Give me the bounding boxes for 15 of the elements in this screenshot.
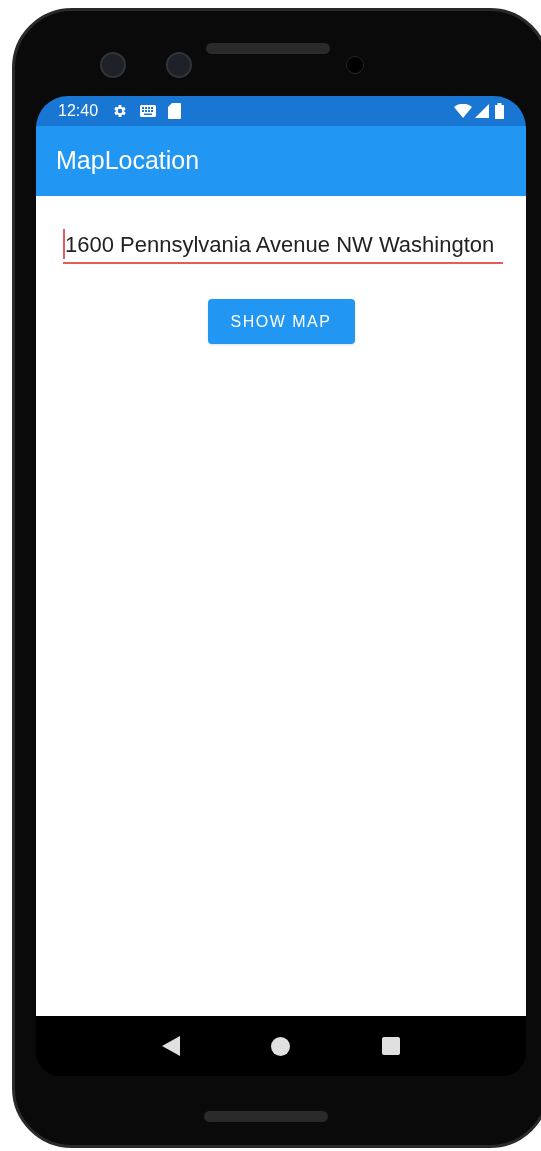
battery-icon [495, 103, 504, 119]
home-icon[interactable] [271, 1036, 291, 1056]
address-field[interactable]: 1600 Pennsylvania Avenue NW Washington [63, 226, 503, 264]
keyboard-icon [140, 105, 157, 117]
app-title: MapLocation [56, 145, 200, 177]
signal-icon [475, 104, 489, 118]
camera-icon [100, 51, 126, 78]
sd-card-icon [168, 103, 182, 119]
status-time: 12:40 [58, 101, 99, 121]
recents-icon[interactable] [382, 1037, 401, 1055]
back-icon[interactable] [161, 1036, 180, 1056]
address-text: 1600 Pennsylvania Avenue NW Washington [65, 230, 495, 259]
sensor-icon [346, 55, 364, 74]
wifi-icon [454, 104, 472, 118]
camera-icon [166, 51, 192, 78]
